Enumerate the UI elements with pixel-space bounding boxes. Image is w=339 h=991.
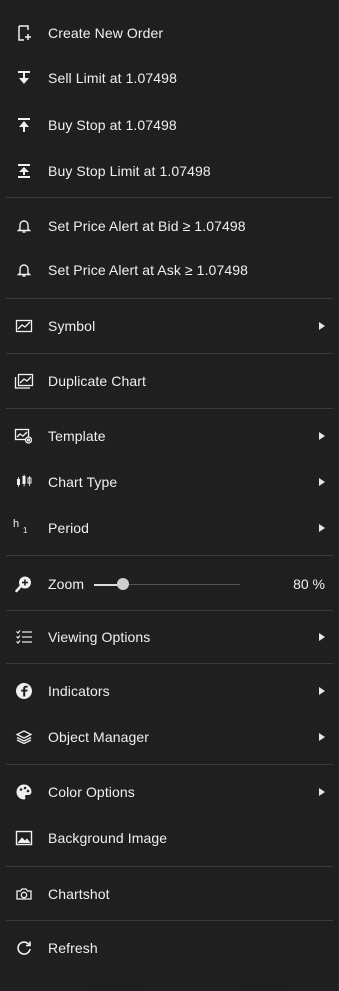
image-icon: [12, 826, 36, 850]
symbol-item[interactable]: Symbol: [0, 308, 339, 344]
template-icon: [12, 424, 36, 448]
camera-icon: [12, 882, 36, 906]
period-icon-1: 1: [23, 526, 28, 535]
color-options-label: Color Options: [48, 784, 135, 800]
separator: [6, 764, 333, 765]
refresh-item[interactable]: Refresh: [0, 930, 339, 966]
symbol-chart-icon: [12, 314, 36, 338]
zoom-slider[interactable]: [94, 576, 241, 592]
separator: [6, 555, 333, 556]
new-order-icon: [12, 21, 36, 45]
symbol-label: Symbol: [48, 318, 96, 334]
buy-stop-icon: [12, 113, 36, 137]
zoom-slider-thumb[interactable]: [117, 578, 130, 590]
chart-type-label: Chart Type: [48, 474, 118, 490]
separator: [6, 866, 333, 867]
submenu-arrow-icon: [319, 633, 325, 641]
submenu-arrow-icon: [319, 524, 325, 532]
submenu-arrow-icon: [319, 788, 325, 796]
object-manager-label: Object Manager: [48, 729, 150, 745]
create-new-order-label: Create New Order: [48, 25, 164, 41]
submenu-arrow-icon: [319, 322, 325, 330]
bell-icon: [12, 258, 36, 282]
template-label: Template: [48, 428, 106, 444]
color-palette-icon: [12, 780, 36, 804]
chartshot-label: Chartshot: [48, 886, 110, 902]
background-image-item[interactable]: Background Image: [0, 820, 339, 856]
period-item[interactable]: h 1 Period: [0, 510, 339, 546]
separator: [6, 920, 333, 921]
viewing-options-item[interactable]: Viewing Options: [0, 619, 339, 655]
indicators-icon: [12, 679, 36, 703]
duplicate-chart-label: Duplicate Chart: [48, 373, 146, 389]
submenu-arrow-icon: [319, 478, 325, 486]
price-alert-ask-item[interactable]: Set Price Alert at Ask ≥ 1.07498: [0, 252, 339, 288]
duplicate-chart-icon: [12, 369, 36, 393]
layers-icon: [12, 725, 36, 749]
submenu-arrow-icon: [319, 733, 325, 741]
indicators-label: Indicators: [48, 683, 110, 699]
separator: [6, 610, 333, 611]
refresh-icon: [12, 936, 36, 960]
period-icon: h 1: [12, 518, 36, 538]
duplicate-chart-item[interactable]: Duplicate Chart: [0, 363, 339, 399]
color-options-item[interactable]: Color Options: [0, 774, 339, 810]
object-manager-item[interactable]: Object Manager: [0, 719, 339, 755]
zoom-value: 80 %: [293, 576, 325, 592]
submenu-arrow-icon: [319, 687, 325, 695]
indicators-item[interactable]: Indicators: [0, 673, 339, 709]
buy-stop-item[interactable]: Buy Stop at 1.07498: [0, 107, 339, 143]
create-new-order-item[interactable]: Create New Order: [0, 15, 339, 51]
checklist-icon: [12, 625, 36, 649]
buy-stop-limit-label: Buy Stop Limit at 1.07498: [48, 163, 211, 179]
zoom-item: Zoom 80 %: [0, 566, 339, 602]
buy-stop-limit-icon: [12, 159, 36, 183]
separator: [6, 663, 333, 664]
refresh-label: Refresh: [48, 940, 98, 956]
bell-icon: [12, 214, 36, 238]
chartshot-item[interactable]: Chartshot: [0, 876, 339, 912]
zoom-label: Zoom: [48, 576, 85, 592]
viewing-options-label: Viewing Options: [48, 629, 151, 645]
separator: [6, 197, 333, 198]
price-alert-bid-label: Set Price Alert at Bid ≥ 1.07498: [48, 218, 246, 234]
zoom-icon: [12, 572, 36, 596]
price-alert-ask-label: Set Price Alert at Ask ≥ 1.07498: [48, 262, 248, 278]
price-alert-bid-item[interactable]: Set Price Alert at Bid ≥ 1.07498: [0, 208, 339, 244]
buy-stop-limit-item[interactable]: Buy Stop Limit at 1.07498: [0, 153, 339, 189]
sell-limit-icon: [12, 66, 36, 90]
buy-stop-label: Buy Stop at 1.07498: [48, 117, 177, 133]
chart-context-menu: Create New Order Sell Limit at 1.07498 B…: [0, 0, 339, 991]
background-image-label: Background Image: [48, 830, 168, 846]
sell-limit-label: Sell Limit at 1.07498: [48, 70, 177, 86]
chart-type-item[interactable]: Chart Type: [0, 464, 339, 500]
period-icon-h: h: [13, 518, 20, 530]
separator: [6, 408, 333, 409]
submenu-arrow-icon: [319, 432, 325, 440]
separator: [6, 298, 333, 299]
separator: [6, 353, 333, 354]
period-label: Period: [48, 520, 90, 536]
template-item[interactable]: Template: [0, 418, 339, 454]
candlestick-icon: [12, 470, 36, 494]
sell-limit-item[interactable]: Sell Limit at 1.07498: [0, 60, 339, 96]
